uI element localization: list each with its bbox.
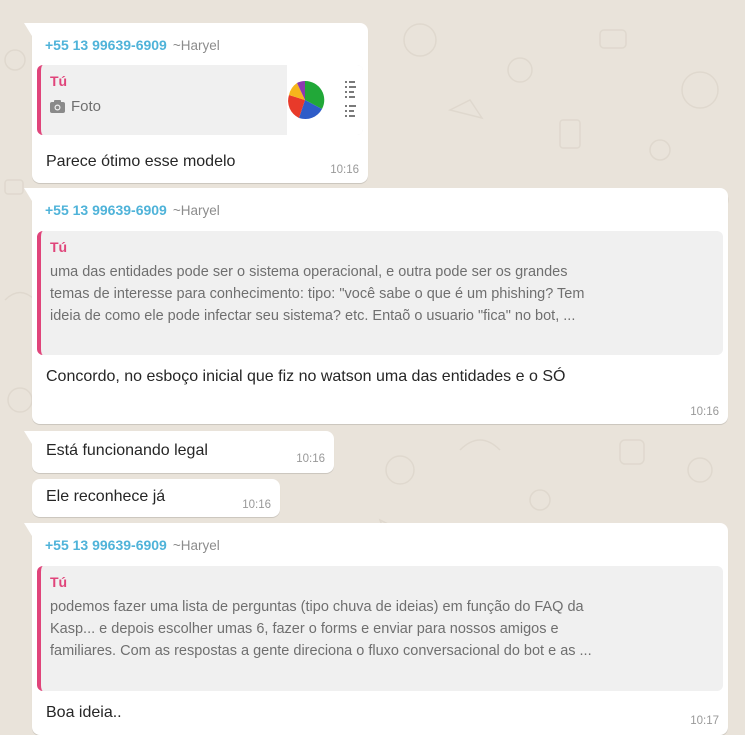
quoted-message[interactable]: Tú podemos fazer uma lista de perguntas … xyxy=(37,566,723,691)
message-sender: +55 13 99639-6909 ~Haryel xyxy=(45,202,220,218)
quote-media-label: Foto xyxy=(71,98,102,115)
quote-media: Foto xyxy=(50,98,101,115)
message-time: 10:16 xyxy=(296,453,325,465)
message-text: Concordo, no esboço inicial que fiz no w… xyxy=(46,368,566,385)
quote-author: Tú xyxy=(50,574,68,590)
message-sender: +55 13 99639-6909 ~Haryel xyxy=(45,537,220,553)
quote-author: Tú xyxy=(50,73,68,89)
quoted-message[interactable]: Tú uma das entidades pode ser o sistema … xyxy=(37,231,723,355)
message-text: Boa ideia.. xyxy=(46,704,122,721)
quoted-message[interactable]: Tú Foto xyxy=(37,65,363,135)
quote-text: uma das entidades pode ser o sistema ope… xyxy=(50,261,713,327)
message-bubble[interactable]: Está funcionando legal 10:16 xyxy=(24,431,334,473)
message-bubble[interactable]: +55 13 99639-6909 ~Haryel Tú Foto Parece… xyxy=(24,23,368,183)
sender-phone[interactable]: +55 13 99639-6909 xyxy=(45,537,167,553)
sender-name: ~Haryel xyxy=(172,38,220,53)
message-text: Está funcionando legal xyxy=(46,442,208,459)
message-time: 10:16 xyxy=(242,499,271,511)
quote-author: Tú xyxy=(50,239,68,255)
message-bubble[interactable]: +55 13 99639-6909 ~Haryel Tú podemos faze… xyxy=(24,523,728,735)
quote-line: uma das entidades pode ser o sistema ope… xyxy=(50,264,568,280)
quote-thumbnail[interactable] xyxy=(287,65,363,135)
quote-line: familiares. Com as respostas a gente dir… xyxy=(50,643,592,659)
message-time: 10:16 xyxy=(330,164,359,176)
message-sender: +55 13 99639-6909 ~Haryel xyxy=(45,37,220,53)
sender-phone[interactable]: +55 13 99639-6909 xyxy=(45,37,167,53)
message-text: Parece ótimo esse modelo xyxy=(46,153,236,170)
sender-name: ~Haryel xyxy=(172,538,220,553)
camera-icon xyxy=(50,100,65,113)
quote-text: podemos fazer uma lista de perguntas (ti… xyxy=(50,596,713,662)
chat-messages: +55 13 99639-6909 ~Haryel Tú Foto Parece… xyxy=(0,0,745,735)
message-bubble[interactable]: Ele reconhece já 10:16 xyxy=(32,479,280,517)
quote-line: ideia de como ele pode infectar seu sist… xyxy=(50,308,576,324)
sender-phone[interactable]: +55 13 99639-6909 xyxy=(45,202,167,218)
message-time: 10:17 xyxy=(690,715,719,727)
quote-line: Kasp... e depois escolher umas 6, fazer … xyxy=(50,621,559,637)
pie-chart-thumbnail-image xyxy=(288,80,356,120)
sender-name: ~Haryel xyxy=(172,203,220,218)
quote-line: temas de interesse para conhecimento: ti… xyxy=(50,286,585,302)
message-bubble[interactable]: +55 13 99639-6909 ~Haryel Tú uma das enti… xyxy=(24,188,728,424)
quote-line: podemos fazer uma lista de perguntas (ti… xyxy=(50,599,584,615)
message-time: 10:16 xyxy=(690,406,719,418)
message-text: Ele reconhece já xyxy=(46,488,166,505)
